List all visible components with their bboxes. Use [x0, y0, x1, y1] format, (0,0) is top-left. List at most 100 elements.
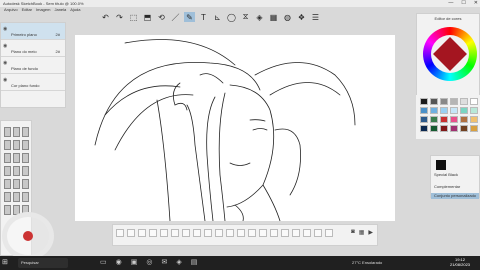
- brush-preset[interactable]: [13, 153, 20, 163]
- color-swatch[interactable]: [440, 107, 448, 114]
- ruler-icon[interactable]: ⊾: [212, 12, 223, 22]
- undo-icon[interactable]: ↶: [100, 12, 111, 22]
- timeline-frame[interactable]: [149, 229, 157, 237]
- taskbar-app-icon[interactable]: ▭: [100, 259, 107, 267]
- layer-plano-de-fundo[interactable]: ◉ Plano de fundo: [1, 57, 65, 74]
- timeline-frame[interactable]: [314, 229, 322, 237]
- symmetry-icon[interactable]: ⧖: [240, 12, 251, 22]
- text-icon[interactable]: T: [198, 12, 209, 22]
- timeline-frame[interactable]: [259, 229, 267, 237]
- lagoon-puck[interactable]: [2, 212, 54, 260]
- brush-preset[interactable]: [13, 166, 20, 176]
- color-swatch[interactable]: [440, 125, 448, 132]
- brush-preview[interactable]: [436, 160, 446, 170]
- taskbar-app-icon[interactable]: ◈: [176, 259, 181, 267]
- brush-preset[interactable]: [4, 192, 11, 202]
- color-wheel[interactable]: [421, 27, 479, 91]
- color-swatch[interactable]: [420, 107, 428, 114]
- system-clock[interactable]: 19:12 21/08/2023: [450, 257, 470, 267]
- brush-preset[interactable]: [13, 179, 20, 189]
- menu-editar[interactable]: Editar: [22, 7, 32, 13]
- maximize-button[interactable]: ☐: [461, 0, 465, 6]
- color-swatch[interactable]: [460, 125, 468, 132]
- taskbar-app-icon[interactable]: ◉: [116, 259, 122, 267]
- color-swatch[interactable]: [430, 116, 438, 123]
- timeline-frame[interactable]: [325, 229, 333, 237]
- menu-imagem[interactable]: Imagem: [36, 7, 50, 13]
- timeline-frame[interactable]: [160, 229, 168, 237]
- close-button[interactable]: ✕: [474, 0, 478, 6]
- color-swatch[interactable]: [450, 107, 458, 114]
- timeline-frame[interactable]: [270, 229, 278, 237]
- color-swatch[interactable]: [430, 125, 438, 132]
- brush-preset[interactable]: [22, 179, 29, 189]
- copic-icon[interactable]: ❖: [296, 12, 307, 22]
- menu-janela[interactable]: Janela: [54, 7, 66, 13]
- color-swatch[interactable]: [460, 116, 468, 123]
- color-swatch[interactable]: [460, 107, 468, 114]
- timeline-frame[interactable]: [138, 229, 146, 237]
- camera-icon[interactable]: ◙: [351, 229, 355, 236]
- timeline-frame[interactable]: [248, 229, 256, 237]
- timeline-frame[interactable]: [292, 229, 300, 237]
- blend-mode[interactable]: 2#: [56, 49, 60, 54]
- minimize-button[interactable]: —: [448, 0, 453, 6]
- color-swatch[interactable]: [450, 125, 458, 132]
- brush-preset[interactable]: [13, 140, 20, 150]
- timeline-frame[interactable]: [204, 229, 212, 237]
- brush-preset[interactable]: [4, 127, 11, 137]
- eye-icon[interactable]: ◉: [3, 60, 7, 66]
- ellipse-icon[interactable]: ◯: [226, 12, 237, 22]
- menu-arquivo[interactable]: Arquivo: [4, 7, 18, 13]
- drawing-canvas[interactable]: [75, 35, 395, 221]
- select-icon[interactable]: ⬚: [128, 12, 139, 22]
- color-swatch[interactable]: [460, 98, 468, 105]
- color-swatch[interactable]: [420, 98, 428, 105]
- grid-icon[interactable]: ▦: [359, 229, 365, 236]
- timeline-frame[interactable]: [127, 229, 135, 237]
- color-swatch[interactable]: [470, 116, 478, 123]
- brush-preset[interactable]: [13, 192, 20, 202]
- timeline-frame[interactable]: [116, 229, 124, 237]
- color-swatch[interactable]: [470, 125, 478, 132]
- taskbar-app-icon[interactable]: ◎: [146, 259, 152, 267]
- pen-icon[interactable]: ✎: [184, 12, 195, 22]
- timeline-frame[interactable]: [215, 229, 223, 237]
- transform-icon[interactable]: ⟲: [156, 12, 167, 22]
- menu-ajuda[interactable]: Ajuda: [70, 7, 80, 13]
- color-swatch[interactable]: [420, 125, 428, 132]
- color-swatch[interactable]: [440, 98, 448, 105]
- color-swatch[interactable]: [430, 98, 438, 105]
- puck-center-icon[interactable]: [23, 231, 33, 241]
- layer-primeiro-plano[interactable]: ◉ Primeiro plano 2#: [1, 23, 65, 40]
- play-icon[interactable]: ▶: [368, 229, 373, 236]
- crop-icon[interactable]: ⬒: [142, 12, 153, 22]
- timeline-frame[interactable]: [281, 229, 289, 237]
- color-swatch[interactable]: [470, 98, 478, 105]
- windows-start-icon[interactable]: ⊞: [2, 259, 8, 266]
- brush-preset[interactable]: [22, 127, 29, 137]
- redo-icon[interactable]: ↷: [114, 12, 125, 22]
- weather-widget[interactable]: 27°C Ensolarado: [352, 260, 382, 265]
- brush-preset[interactable]: [4, 166, 11, 176]
- brush-preset[interactable]: [13, 127, 20, 137]
- taskbar-search[interactable]: Pesquisar: [18, 258, 68, 268]
- complementar-option[interactable]: Complementar: [434, 184, 460, 189]
- fill-icon[interactable]: ◈: [254, 12, 265, 22]
- timeline-frame[interactable]: [182, 229, 190, 237]
- color-swatch[interactable]: [420, 116, 428, 123]
- color-swatch[interactable]: [450, 98, 458, 105]
- eye-icon[interactable]: ◉: [3, 26, 7, 32]
- brush-preset[interactable]: [4, 153, 11, 163]
- taskbar-app-icon[interactable]: ▤: [191, 259, 198, 267]
- timeline-frame[interactable]: [303, 229, 311, 237]
- brush-preset[interactable]: [22, 192, 29, 202]
- blend-mode[interactable]: 2#: [56, 32, 60, 37]
- custom-set-option[interactable]: Conjunto personalizado: [431, 193, 479, 199]
- layers-icon[interactable]: ☰: [310, 12, 321, 22]
- timeline-frame[interactable]: [171, 229, 179, 237]
- layer-cor-plano-fundo[interactable]: ◉ Cor plano fundo: [1, 74, 65, 91]
- timeline-frame[interactable]: [237, 229, 245, 237]
- brush-preset[interactable]: [4, 140, 11, 150]
- brush-preset[interactable]: [22, 140, 29, 150]
